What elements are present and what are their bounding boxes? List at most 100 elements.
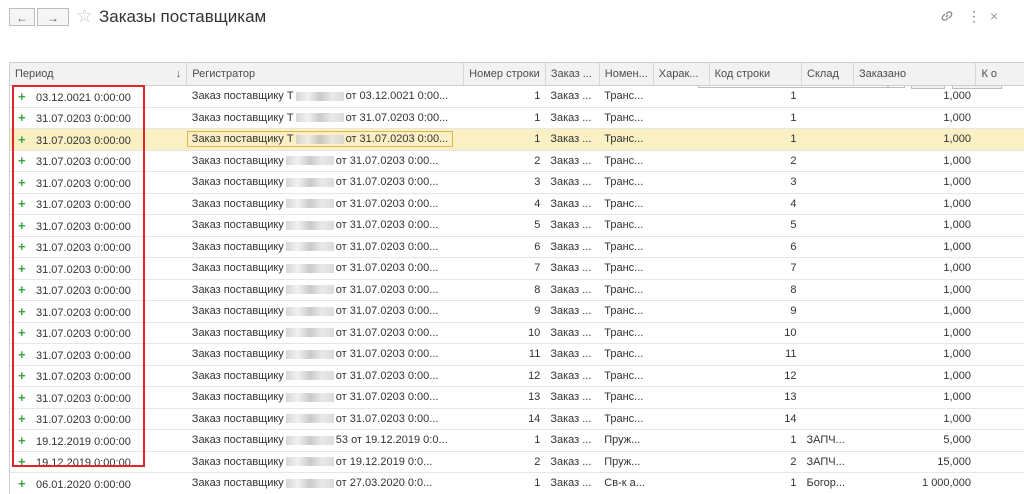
cell-ordered[interactable]: 1,000: [853, 236, 976, 258]
table-row[interactable]: +31.07.0203 0:00:00Заказ поставщикуот 31…: [10, 215, 1024, 237]
cell-line-code[interactable]: 7: [709, 258, 801, 280]
cell-registrator[interactable]: Заказ поставщикуот 31.07.0203 0:00...: [187, 236, 464, 258]
cell-period[interactable]: +31.07.0203 0:00:00: [10, 365, 187, 387]
cell-extra[interactable]: [976, 408, 1024, 430]
cell-order[interactable]: Заказ ...: [545, 150, 599, 172]
cell-characteristic[interactable]: [653, 279, 709, 301]
cell-line-code[interactable]: 8: [709, 279, 801, 301]
cell-nomenclature[interactable]: Транс...: [599, 236, 653, 258]
cell-order[interactable]: Заказ ...: [545, 301, 599, 323]
cell-line-code[interactable]: 1: [709, 86, 801, 108]
cell-line-number[interactable]: 1: [464, 107, 546, 129]
cell-extra[interactable]: [976, 322, 1024, 344]
cell-line-code[interactable]: 1: [709, 129, 801, 151]
cell-nomenclature[interactable]: Транс...: [599, 279, 653, 301]
cell-extra[interactable]: [976, 215, 1024, 237]
cell-ordered[interactable]: 1,000: [853, 129, 976, 151]
cell-order[interactable]: Заказ ...: [545, 387, 599, 409]
cell-ordered[interactable]: 1,000: [853, 365, 976, 387]
cell-characteristic[interactable]: [653, 258, 709, 280]
table-row[interactable]: +31.07.0203 0:00:00Заказ поставщикуот 31…: [10, 344, 1024, 366]
cell-nomenclature[interactable]: Транс...: [599, 258, 653, 280]
cell-registrator[interactable]: Заказ поставщикуот 19.12.2019 0:0...: [187, 451, 464, 473]
cell-line-code[interactable]: 5: [709, 215, 801, 237]
cell-warehouse[interactable]: ЗАПЧ...: [802, 451, 854, 473]
cell-nomenclature[interactable]: Пруж...: [599, 451, 653, 473]
cell-warehouse[interactable]: [802, 107, 854, 129]
focused-cell[interactable]: Заказ поставщику Тот 31.07.0203 0:00...: [187, 131, 453, 147]
cell-ordered[interactable]: 1,000: [853, 258, 976, 280]
cell-nomenclature[interactable]: Транс...: [599, 107, 653, 129]
column-header-registrator[interactable]: Регистратор: [187, 63, 464, 86]
cell-extra[interactable]: [976, 107, 1024, 129]
cell-characteristic[interactable]: [653, 236, 709, 258]
cell-warehouse[interactable]: [802, 279, 854, 301]
menu-dots-icon[interactable]: ⋮: [967, 8, 981, 25]
cell-period[interactable]: +31.07.0203 0:00:00: [10, 387, 187, 409]
cell-order[interactable]: Заказ ...: [545, 344, 599, 366]
cell-warehouse[interactable]: [802, 193, 854, 215]
cell-warehouse[interactable]: [802, 150, 854, 172]
cell-period[interactable]: +31.07.0203 0:00:00: [10, 107, 187, 129]
cell-period[interactable]: +31.07.0203 0:00:00: [10, 150, 187, 172]
cell-characteristic[interactable]: [653, 215, 709, 237]
cell-line-code[interactable]: 1: [709, 107, 801, 129]
cell-period[interactable]: +31.07.0203 0:00:00: [10, 301, 187, 323]
cell-nomenclature[interactable]: Св-к а...: [599, 473, 653, 494]
table-row[interactable]: +31.07.0203 0:00:00Заказ поставщикуот 31…: [10, 236, 1024, 258]
cell-characteristic[interactable]: [653, 322, 709, 344]
column-header-period[interactable]: Период ↓: [10, 63, 187, 86]
cell-nomenclature[interactable]: Транс...: [599, 322, 653, 344]
cell-period[interactable]: +31.07.0203 0:00:00: [10, 408, 187, 430]
link-icon[interactable]: [940, 9, 954, 26]
cell-ordered[interactable]: 1,000: [853, 86, 976, 108]
table-row[interactable]: +31.07.0203 0:00:00Заказ поставщикуот 31…: [10, 150, 1024, 172]
table-row[interactable]: +31.07.0203 0:00:00Заказ поставщикуот 31…: [10, 279, 1024, 301]
close-icon[interactable]: ×: [990, 8, 998, 24]
cell-line-code[interactable]: 3: [709, 172, 801, 194]
forward-button[interactable]: →: [37, 8, 69, 26]
back-button[interactable]: ←: [9, 8, 35, 26]
cell-ordered[interactable]: 1,000: [853, 408, 976, 430]
cell-warehouse[interactable]: [802, 344, 854, 366]
cell-registrator[interactable]: Заказ поставщикуот 31.07.0203 0:00...: [187, 258, 464, 280]
table-row[interactable]: +31.07.0203 0:00:00Заказ поставщикуот 31…: [10, 301, 1024, 323]
cell-order[interactable]: Заказ ...: [545, 258, 599, 280]
cell-period[interactable]: +19.12.2019 0:00:00: [10, 430, 187, 452]
cell-warehouse[interactable]: [802, 365, 854, 387]
cell-nomenclature[interactable]: Транс...: [599, 301, 653, 323]
cell-extra[interactable]: [976, 86, 1024, 108]
cell-line-number[interactable]: 7: [464, 258, 546, 280]
table-row[interactable]: +31.07.0203 0:00:00Заказ поставщикуот 31…: [10, 408, 1024, 430]
cell-characteristic[interactable]: [653, 365, 709, 387]
cell-extra[interactable]: [976, 344, 1024, 366]
cell-extra[interactable]: [976, 172, 1024, 194]
column-header-warehouse[interactable]: Склад: [802, 63, 854, 86]
cell-period[interactable]: +03.12.0021 0:00:00: [10, 86, 187, 108]
cell-line-code[interactable]: 2: [709, 451, 801, 473]
cell-period[interactable]: +31.07.0203 0:00:00: [10, 279, 187, 301]
cell-nomenclature[interactable]: Транс...: [599, 172, 653, 194]
table-row[interactable]: +31.07.0203 0:00:00Заказ поставщикуот 31…: [10, 365, 1024, 387]
cell-ordered[interactable]: 1,000: [853, 172, 976, 194]
table-row[interactable]: +31.07.0203 0:00:00Заказ поставщикуот 31…: [10, 193, 1024, 215]
cell-characteristic[interactable]: [653, 344, 709, 366]
cell-registrator[interactable]: Заказ поставщикуот 31.07.0203 0:00...: [187, 387, 464, 409]
cell-line-number[interactable]: 1: [464, 430, 546, 452]
cell-warehouse[interactable]: [802, 86, 854, 108]
cell-warehouse[interactable]: [802, 387, 854, 409]
cell-registrator[interactable]: Заказ поставщикуот 31.07.0203 0:00...: [187, 365, 464, 387]
cell-characteristic[interactable]: [653, 86, 709, 108]
table-row[interactable]: +31.07.0203 0:00:00Заказ поставщикуот 31…: [10, 322, 1024, 344]
cell-ordered[interactable]: 1,000: [853, 215, 976, 237]
cell-characteristic[interactable]: [653, 387, 709, 409]
cell-ordered[interactable]: 1,000: [853, 107, 976, 129]
cell-period[interactable]: +19.12.2019 0:00:00: [10, 451, 187, 473]
cell-warehouse[interactable]: [802, 301, 854, 323]
cell-ordered[interactable]: 1,000: [853, 301, 976, 323]
cell-registrator[interactable]: Заказ поставщикуот 27.03.2020 0:0...: [187, 473, 464, 494]
cell-order[interactable]: Заказ ...: [545, 473, 599, 494]
cell-registrator[interactable]: Заказ поставщикуот 31.07.0203 0:00...: [187, 344, 464, 366]
cell-nomenclature[interactable]: Пруж...: [599, 430, 653, 452]
cell-registrator[interactable]: Заказ поставщикуот 31.07.0203 0:00...: [187, 193, 464, 215]
